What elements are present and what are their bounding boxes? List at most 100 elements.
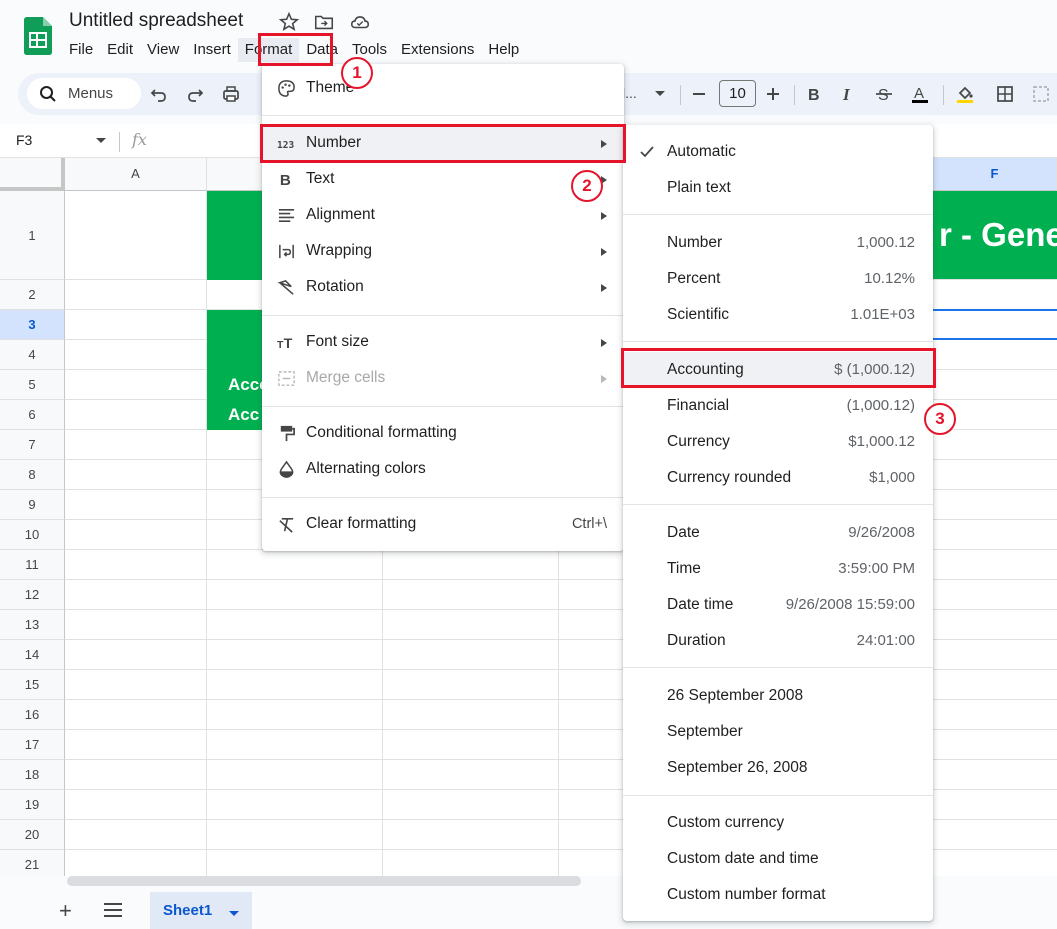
sheets-logo-icon[interactable] [24, 17, 52, 55]
format-menu-wrapping[interactable]: Wrapping [262, 233, 624, 269]
decrease-font-size-icon[interactable] [693, 93, 705, 95]
row-header[interactable]: 9 [0, 490, 65, 520]
search-menus-button[interactable]: Menus [27, 78, 141, 109]
horizontal-scrollbar[interactable] [67, 876, 581, 886]
number-format-currency-rounded[interactable]: Currency rounded $1,000 [623, 460, 933, 496]
row-header[interactable]: 5 [0, 370, 65, 400]
format-menu-conditional-formatting[interactable]: Conditional formatting [262, 415, 624, 451]
cell-b4[interactable] [207, 340, 267, 370]
merge-cells-icon[interactable] [1031, 84, 1051, 104]
cell-b1[interactable] [207, 191, 267, 280]
number-format-custom-date-time[interactable]: Custom date and time [623, 841, 933, 877]
row-header[interactable]: 11 [0, 550, 65, 580]
document-title[interactable]: Untitled spreadsheet [69, 10, 243, 32]
column-header-a[interactable]: A [65, 158, 207, 191]
cloud-status-icon[interactable] [349, 11, 371, 33]
wrap-icon [279, 244, 294, 259]
row-header[interactable]: 12 [0, 580, 65, 610]
number-format-month[interactable]: September [623, 714, 933, 750]
menu-insert[interactable]: Insert [186, 38, 238, 62]
menu-view[interactable]: View [140, 38, 186, 62]
row-header[interactable]: 15 [0, 670, 65, 700]
row-header[interactable]: 2 [0, 280, 65, 310]
increase-font-size-icon[interactable] [763, 84, 783, 104]
row-header[interactable]: 13 [0, 610, 65, 640]
row-header[interactable]: 10 [0, 520, 65, 550]
fill-color-icon[interactable] [955, 84, 975, 104]
row-header[interactable]: 14 [0, 640, 65, 670]
font-size-input[interactable]: 10 [719, 80, 756, 107]
number-format-percent[interactable]: Percent 10.12% [623, 261, 933, 297]
add-sheet-button[interactable]: + [59, 900, 72, 922]
row-header[interactable]: 18 [0, 760, 65, 790]
number-format-date-time[interactable]: Date time 9/26/2008 15:59:00 [623, 587, 933, 623]
menu-help[interactable]: Help [481, 38, 526, 62]
row-header[interactable]: 17 [0, 730, 65, 760]
format-menu-text[interactable]: B Text [262, 161, 624, 197]
row-header[interactable]: 19 [0, 790, 65, 820]
format-example: $1,000.12 [848, 433, 915, 450]
name-box[interactable]: F3 [16, 132, 32, 148]
row-header[interactable]: 7 [0, 430, 65, 460]
number-format-currency[interactable]: Currency $1,000.12 [623, 424, 933, 460]
strikethrough-icon[interactable]: S [874, 84, 894, 104]
bold-icon[interactable]: B [803, 84, 823, 104]
row-header[interactable]: 21 [0, 850, 65, 876]
text-color-icon[interactable]: A [910, 84, 930, 104]
row-header[interactable]: 4 [0, 340, 65, 370]
italic-icon[interactable]: I [838, 84, 858, 104]
format-example: 1,000.12 [856, 234, 915, 251]
font-family-caret-icon [655, 91, 665, 96]
number-format-automatic[interactable]: Automatic [623, 134, 933, 170]
number-format-custom-number[interactable]: Custom number format [623, 877, 933, 913]
number-format-financial[interactable]: Financial (1,000.12) [623, 388, 933, 424]
menu-label: Plain text [667, 179, 731, 196]
all-sheets-icon[interactable] [104, 903, 122, 921]
menu-label: Custom date and time [667, 850, 819, 867]
row-header[interactable]: 3 [0, 310, 65, 340]
cell-b6[interactable]: Acc [207, 400, 267, 430]
number-format-month-day-year[interactable]: September 26, 2008 [623, 750, 933, 786]
undo-icon[interactable] [149, 84, 169, 104]
number-format-plain-text[interactable]: Plain text [623, 170, 933, 206]
number-format-scientific[interactable]: Scientific 1.01E+03 [623, 297, 933, 333]
menu-file[interactable]: File [62, 38, 100, 62]
format-menu-clear-formatting[interactable]: Clear formatting Ctrl+\ [262, 506, 624, 542]
name-box-dropdown-icon[interactable] [96, 138, 106, 143]
font-family-dropdown[interactable]: l... [622, 85, 637, 101]
move-folder-icon[interactable] [313, 11, 335, 33]
number-format-duration[interactable]: Duration 24:01:00 [623, 623, 933, 659]
format-example: 9/26/2008 15:59:00 [785, 596, 915, 613]
borders-icon[interactable] [995, 84, 1015, 104]
number-format-number[interactable]: Number 1,000.12 [623, 225, 933, 261]
font-size-icon: T T [277, 336, 293, 352]
select-all-corner[interactable] [0, 158, 65, 191]
cell-b5[interactable]: Acco [207, 370, 267, 400]
star-icon[interactable] [278, 11, 300, 33]
submenu-arrow-icon [601, 284, 607, 292]
number-format-custom-currency[interactable]: Custom currency [623, 805, 933, 841]
format-menu-font-size[interactable]: T T Font size [262, 324, 624, 360]
row-header[interactable]: 6 [0, 400, 65, 430]
row-header[interactable]: 1 [0, 191, 65, 280]
number-format-long-date[interactable]: 26 September 2008 [623, 678, 933, 714]
print-icon[interactable] [221, 84, 241, 104]
sheet-tab-caret-icon[interactable] [229, 911, 239, 916]
row-header[interactable]: 8 [0, 460, 65, 490]
menu-edit[interactable]: Edit [100, 38, 140, 62]
cell-b3[interactable] [207, 310, 267, 340]
number-format-time[interactable]: Time 3:59:00 PM [623, 551, 933, 587]
row-header[interactable]: 20 [0, 820, 65, 850]
redo-icon[interactable] [185, 84, 205, 104]
cell-f1[interactable]: r - Gene [933, 191, 1057, 279]
sheet-tab-sheet1[interactable]: Sheet1 [150, 892, 252, 929]
format-menu-alignment[interactable]: Alignment [262, 197, 624, 233]
menu-extensions[interactable]: Extensions [394, 38, 481, 62]
selected-cell-f3[interactable] [933, 309, 1057, 340]
format-menu-rotation[interactable]: Rotation [262, 269, 624, 305]
column-header-f[interactable]: F [933, 158, 1057, 191]
number-format-date[interactable]: Date 9/26/2008 [623, 515, 933, 551]
format-menu-theme[interactable]: Theme [262, 70, 624, 106]
format-menu-alternating-colors[interactable]: Alternating colors [262, 451, 624, 487]
row-header[interactable]: 16 [0, 700, 65, 730]
